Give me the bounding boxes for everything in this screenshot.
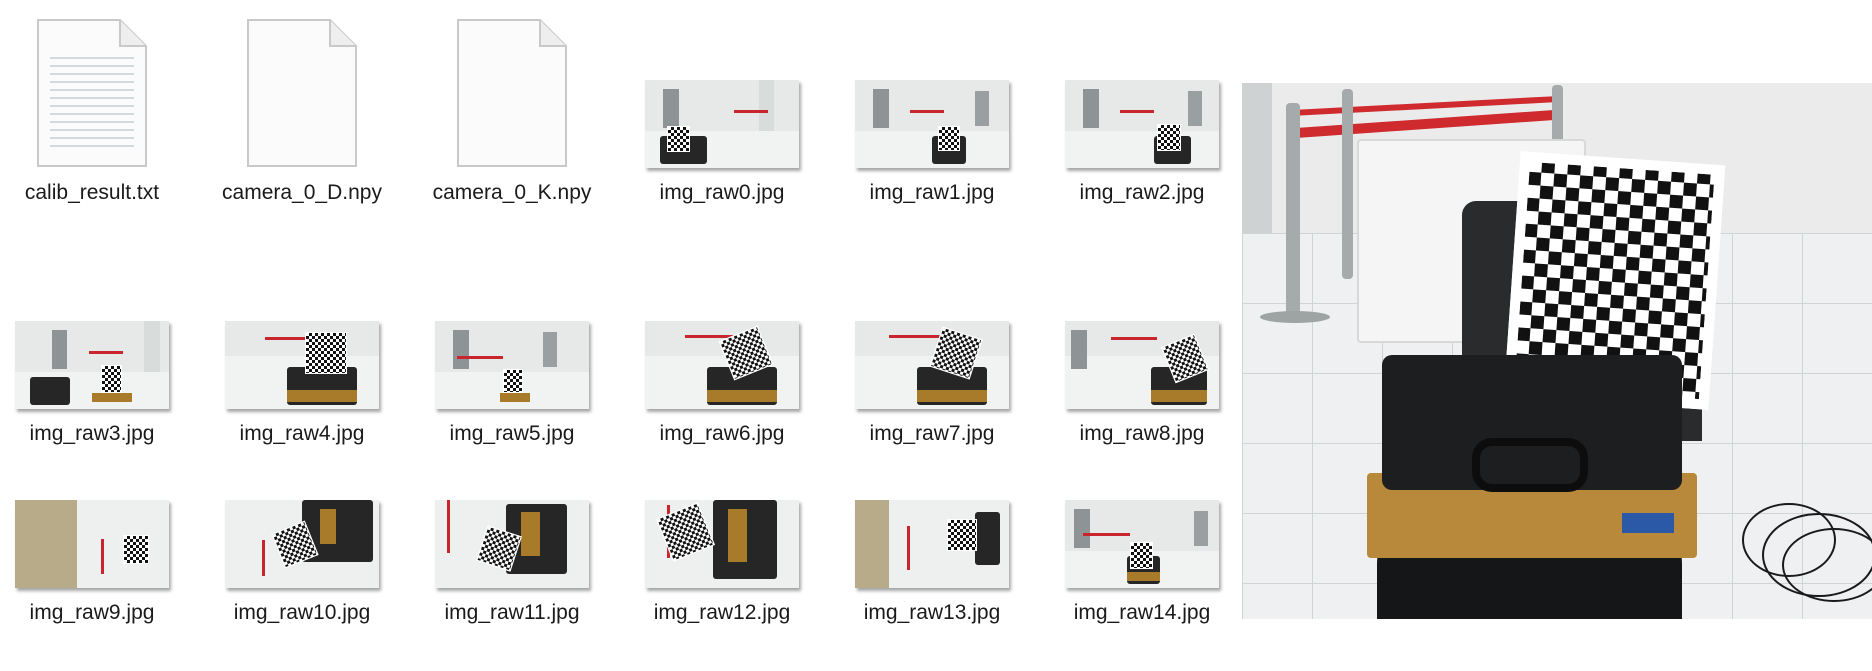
file-item-img-raw8[interactable]: img_raw8.jpg	[1062, 249, 1222, 449]
image-thumbnail	[855, 500, 1009, 588]
file-thumbnail	[222, 8, 382, 168]
file-item-img-raw14[interactable]: img_raw14.jpg	[1062, 428, 1222, 628]
image-thumbnail	[435, 500, 589, 588]
image-thumbnail	[855, 80, 1009, 168]
file-thumbnail	[642, 428, 802, 588]
file-item-img-raw13[interactable]: img_raw13.jpg	[852, 428, 1012, 628]
file-name: img_raw0.jpg	[659, 181, 785, 204]
preview-barrier-post	[1286, 103, 1300, 318]
file-item-img-raw5[interactable]: img_raw5.jpg	[432, 249, 592, 449]
file-thumbnail	[432, 8, 592, 168]
file-name: camera_0_D.npy	[222, 181, 382, 204]
image-thumbnail	[225, 321, 379, 409]
file-name: camera_0_K.npy	[432, 181, 592, 204]
file-thumbnail	[852, 8, 1012, 168]
file-thumbnail	[12, 8, 172, 168]
file-item-img-raw4[interactable]: img_raw4.jpg	[222, 249, 382, 449]
file-thumbnail	[222, 428, 382, 588]
file-name: img_raw14.jpg	[1073, 601, 1211, 624]
file-item-img-raw7[interactable]: img_raw7.jpg	[852, 249, 1012, 449]
image-thumbnail	[1065, 500, 1219, 588]
image-preview-pane	[1242, 83, 1872, 619]
text-document-icon	[37, 19, 147, 167]
file-thumbnail	[642, 249, 802, 409]
preview-case-handle	[1472, 438, 1588, 492]
file-item-camera-0-k[interactable]: camera_0_K.npy	[432, 8, 592, 208]
preview-post-base	[1260, 311, 1330, 323]
file-name: img_raw10.jpg	[233, 601, 371, 624]
blank-file-icon	[457, 19, 567, 167]
file-item-img-raw11[interactable]: img_raw11.jpg	[432, 428, 592, 628]
file-item-img-raw2[interactable]: img_raw2.jpg	[1062, 8, 1222, 208]
file-thumbnail	[642, 8, 802, 168]
file-thumbnail	[432, 428, 592, 588]
file-item-img-raw0[interactable]: img_raw0.jpg	[642, 8, 802, 208]
file-thumbnail	[12, 249, 172, 409]
file-item-img-raw10[interactable]: img_raw10.jpg	[222, 428, 382, 628]
file-thumbnail	[12, 428, 172, 588]
file-name: img_raw12.jpg	[653, 601, 791, 624]
file-name: img_raw2.jpg	[1079, 181, 1205, 204]
file-thumbnail	[852, 428, 1012, 588]
file-thumbnail	[1062, 428, 1222, 588]
image-thumbnail	[645, 80, 799, 168]
file-item-img-raw1[interactable]: img_raw1.jpg	[852, 8, 1012, 208]
image-thumbnail	[645, 500, 799, 588]
preview-box-label	[1622, 513, 1674, 533]
file-item-img-raw9[interactable]: img_raw9.jpg	[12, 428, 172, 628]
image-thumbnail	[1065, 321, 1219, 409]
image-thumbnail	[225, 500, 379, 588]
file-item-img-raw3[interactable]: img_raw3.jpg	[12, 249, 172, 449]
file-thumbnail	[222, 249, 382, 409]
blank-file-icon	[247, 19, 357, 167]
file-item-calib-result[interactable]: calib_result.txt	[12, 8, 172, 208]
file-item-img-raw12[interactable]: img_raw12.jpg	[642, 428, 802, 628]
preview-barrier-post	[1342, 89, 1353, 279]
file-name: img_raw11.jpg	[444, 601, 580, 624]
file-name: img_raw9.jpg	[29, 601, 155, 624]
image-thumbnail	[435, 321, 589, 409]
preview-wall-panel	[1242, 83, 1272, 233]
image-thumbnail	[1065, 80, 1219, 168]
image-thumbnail	[15, 321, 169, 409]
file-item-img-raw6[interactable]: img_raw6.jpg	[642, 249, 802, 449]
file-thumbnail	[1062, 249, 1222, 409]
image-thumbnail	[645, 321, 799, 409]
file-name: calib_result.txt	[24, 181, 160, 204]
file-thumbnail	[1062, 8, 1222, 168]
image-thumbnail	[855, 321, 1009, 409]
file-name: img_raw13.jpg	[863, 601, 1001, 624]
file-thumbnail	[852, 249, 1012, 409]
file-item-camera-0-d[interactable]: camera_0_D.npy	[222, 8, 382, 208]
file-thumbnail	[432, 249, 592, 409]
file-name: img_raw1.jpg	[869, 181, 995, 204]
image-thumbnail	[15, 500, 169, 588]
